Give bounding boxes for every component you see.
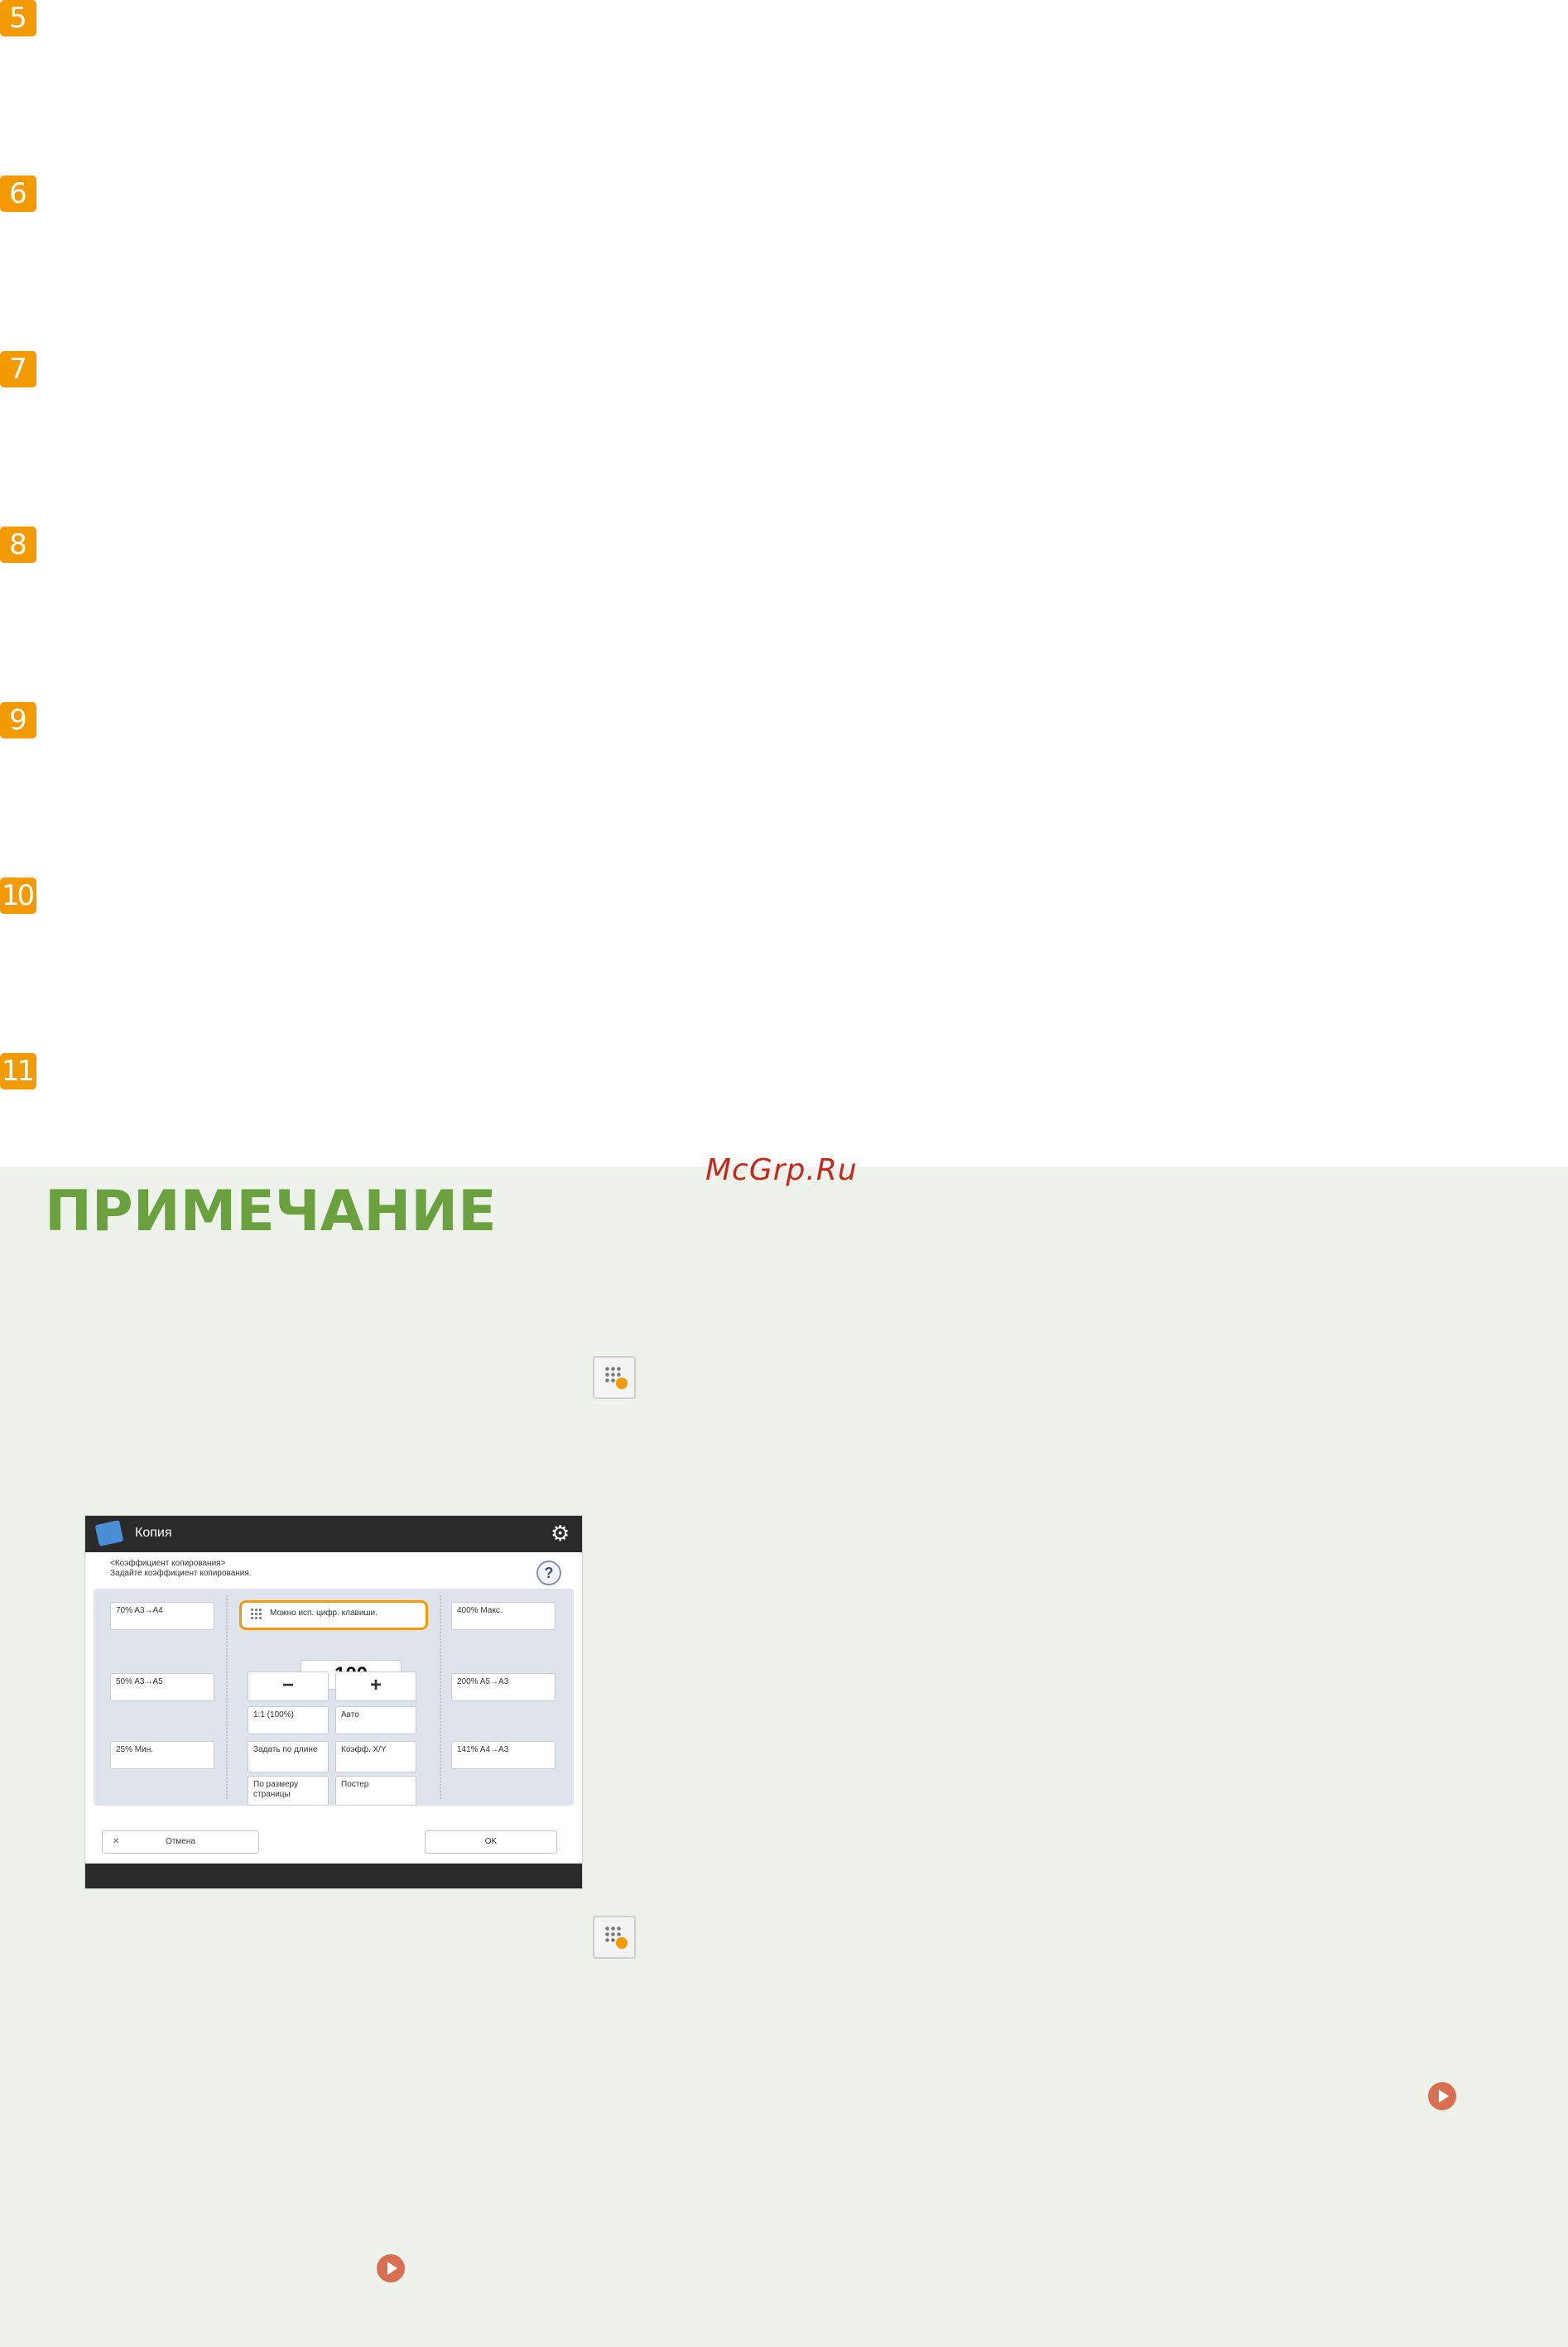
ok-label: OK xyxy=(484,1837,498,1846)
preset-141-button[interactable]: 141% A4→A3 xyxy=(451,1741,556,1769)
preset-50-button[interactable]: 50% A3→A5 xyxy=(110,1673,214,1701)
step-number-badge: 10 xyxy=(0,878,36,914)
close-icon: ✕ xyxy=(113,1837,120,1846)
cancel-button[interactable]: ✕ Отмена xyxy=(102,1830,259,1854)
numeric-keys-icon xyxy=(593,1356,636,1399)
preset-200-button[interactable]: 200% A5→A3 xyxy=(451,1673,556,1701)
header-line: <Коэффициент копирования> xyxy=(110,1559,226,1568)
note-title: ПРИМЕЧАНИЕ xyxy=(45,1179,497,1244)
device-screenshot: Копия ⚙ <Коэффициент копирования> Задайт… xyxy=(85,1516,582,1888)
set-by-length-button[interactable]: Задать по длине xyxy=(248,1741,329,1772)
gear-icon[interactable]: ⚙ xyxy=(551,1522,570,1544)
step-number-badge: 5 xyxy=(0,0,36,36)
play-circle-icon[interactable] xyxy=(1428,2082,1456,2110)
preset-400-button[interactable]: 400% Макс. xyxy=(451,1602,556,1630)
numeric-keys-icon xyxy=(250,1608,263,1621)
step-number-badge: 8 xyxy=(0,527,36,563)
ok-button[interactable]: OK xyxy=(425,1830,557,1854)
header-line: Задайте коэффициент копирования. xyxy=(110,1569,252,1578)
numeric-keys-button[interactable]: Можно исп. цифр. клавиши. xyxy=(239,1600,428,1630)
status-bar xyxy=(85,1864,582,1888)
step-number-badge: 6 xyxy=(0,176,36,212)
fit-to-page-button[interactable]: По размеру страницы xyxy=(248,1776,329,1806)
xy-ratio-button[interactable]: Коэфф. X/Y xyxy=(335,1741,416,1772)
plus-button[interactable]: + xyxy=(335,1671,416,1701)
cancel-label: Отмена xyxy=(166,1837,195,1846)
ratio-1to1-button[interactable]: 1:1 (100%) xyxy=(248,1706,329,1734)
step-number-badge: 11 xyxy=(0,1053,36,1089)
preset-70-button[interactable]: 70% A3→A4 xyxy=(110,1602,214,1630)
watermark: McGrp.Ru xyxy=(705,1153,858,1187)
preset-25-button[interactable]: 25% Мин. xyxy=(110,1741,214,1769)
divider xyxy=(226,1595,228,1799)
step-number-badge: 9 xyxy=(0,702,36,738)
help-icon[interactable]: ? xyxy=(536,1561,561,1585)
auto-button[interactable]: Авто xyxy=(335,1706,416,1734)
minus-button[interactable]: − xyxy=(248,1671,329,1701)
app-title: Копия xyxy=(135,1526,172,1540)
divider xyxy=(440,1595,441,1799)
poster-button[interactable]: Постер xyxy=(335,1776,416,1806)
numeric-keys-icon xyxy=(593,1916,636,1959)
screen-header: <Коэффициент копирования> Задайте коэффи… xyxy=(110,1559,252,1579)
play-circle-icon[interactable] xyxy=(377,2254,405,2282)
step-number-badge: 7 xyxy=(0,351,36,387)
numeric-keys-label: Можно исп. цифр. клавиши. xyxy=(270,1609,378,1618)
